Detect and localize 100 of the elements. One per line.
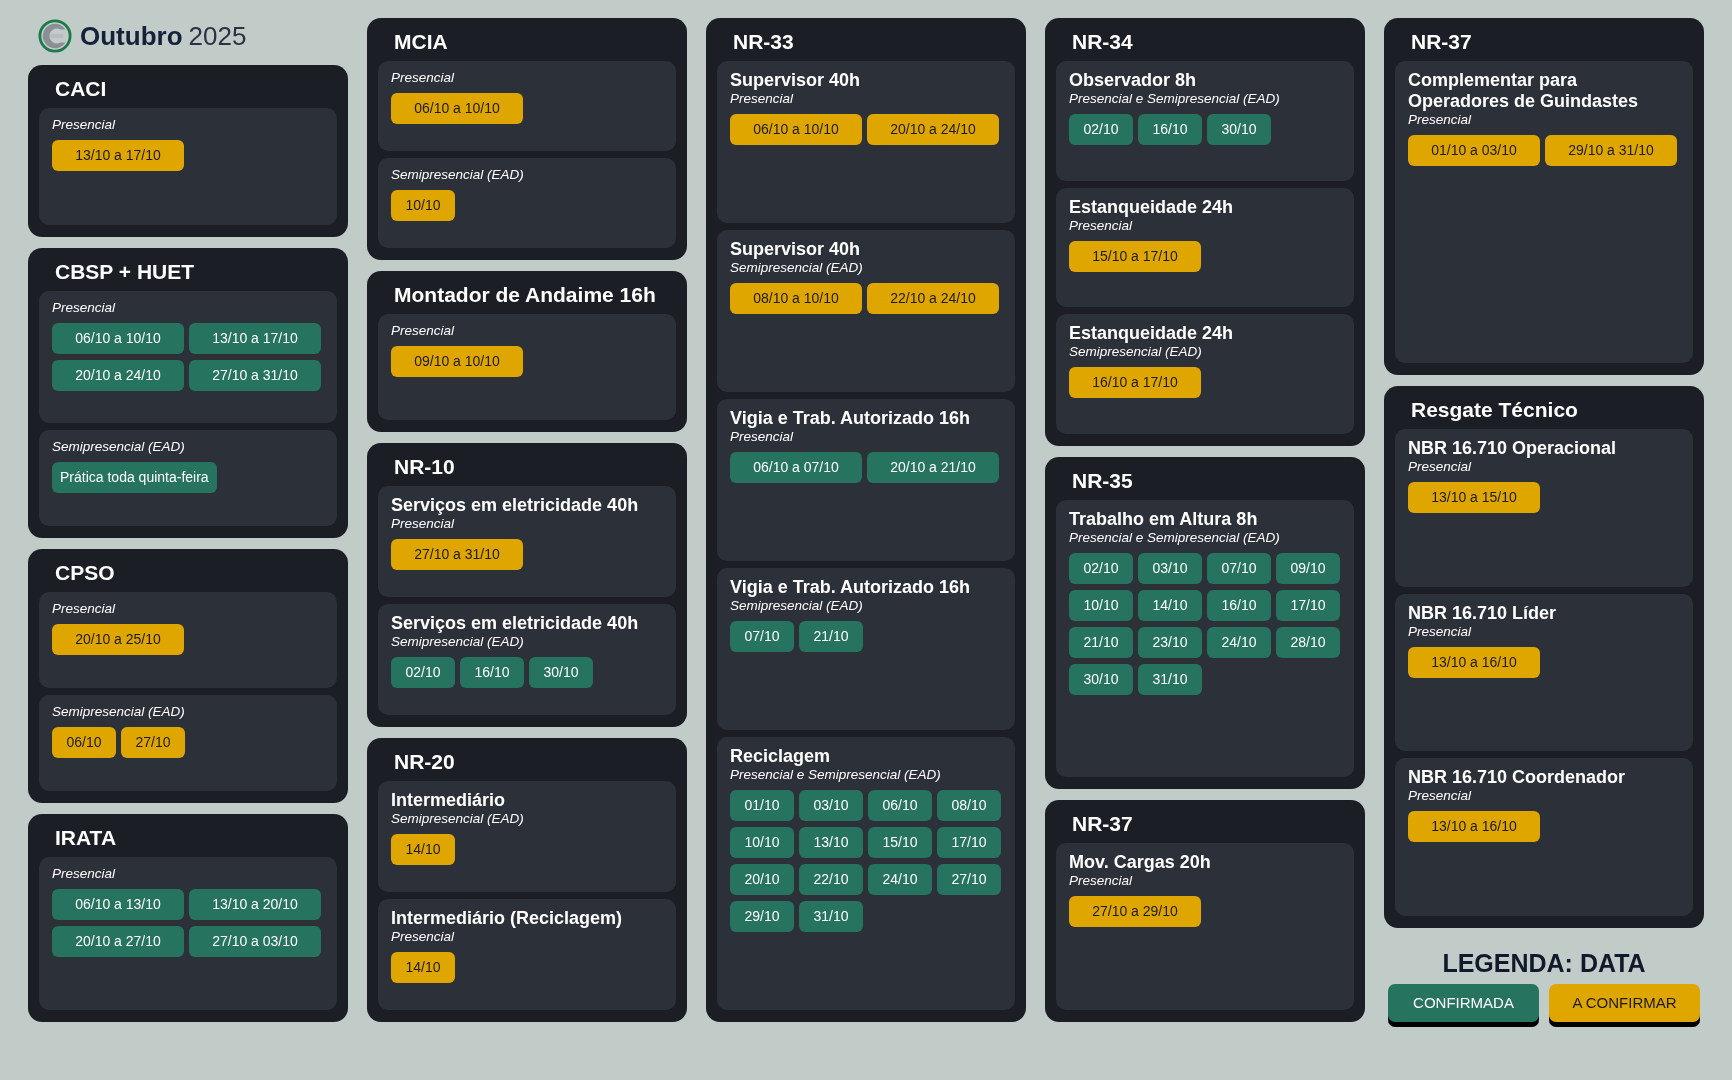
date-chip: 27/10 a 31/10 <box>391 538 523 570</box>
card-title: NR-34 <box>1071 29 1134 54</box>
date-chip: 27/10 a 31/10 <box>189 359 321 391</box>
date-chip: 22/10 a 24/10 <box>867 283 999 314</box>
modality-label: Presencial <box>52 299 117 315</box>
date-chip: 14/10 <box>1138 589 1202 621</box>
date-chip: 02/10 <box>1069 552 1133 584</box>
date-chip: 23/10 <box>1138 626 1202 658</box>
modality-label: Presencial e Semipresencial (EAD) <box>1069 529 1281 545</box>
course-name: Trabalho em Altura 8h <box>1069 508 1259 530</box>
modality-label: Presencial e Semipresencial (EAD) <box>1069 91 1281 106</box>
card-title: NR-10 <box>393 453 456 479</box>
course-name: Supervisor 40h <box>730 70 862 91</box>
date-chip: 29/10 a 31/10 <box>1545 135 1677 166</box>
date-chip: 31/10 <box>1138 663 1202 695</box>
date-chip: 14/10 <box>391 951 455 983</box>
modality-label: Semipresencial (EAD) <box>391 810 525 826</box>
modality-label: Presencial <box>52 865 117 881</box>
modality-label: Presencial e Semipresencial (EAD) <box>730 767 942 782</box>
modality-label: Presencial <box>1408 459 1473 474</box>
date-chip: 17/10 <box>937 827 1001 858</box>
card-title: NR-35 <box>1071 467 1134 493</box>
card-title: NR-37 <box>1410 29 1473 54</box>
month-title: Outubro <box>80 20 183 52</box>
course-name: NBR 16.710 Líder <box>1408 602 1558 624</box>
course-name: Observador 8h <box>1069 70 1198 91</box>
modality-label: Semipresencial (EAD) <box>52 703 186 719</box>
course-name: Serviços em eletricidade 40h <box>391 494 640 516</box>
date-chip: 27/10 <box>121 726 185 758</box>
date-chip: 06/10 a 10/10 <box>52 322 184 354</box>
course-name: Intermediário <box>391 789 507 811</box>
card-title: NR-33 <box>732 29 795 54</box>
legend-title: LEGENDA: DATA <box>1442 949 1646 978</box>
card-title: CBSP + HUET <box>54 258 196 284</box>
course-name: Intermediário (Reciclagem) <box>391 907 624 929</box>
date-chip: 03/10 <box>799 790 863 821</box>
date-chip: 30/10 <box>1207 114 1271 145</box>
date-chip: 02/10 <box>391 656 455 688</box>
date-chip: 06/10 <box>868 790 932 821</box>
date-chip: 06/10 a 13/10 <box>52 888 184 920</box>
date-chip: 27/10 a 29/10 <box>1069 896 1201 928</box>
course-name: Vigia e Trab. Autorizado 16h <box>730 577 972 598</box>
modality-label: Semipresencial (EAD) <box>730 260 864 275</box>
date-chip: 14/10 <box>391 833 455 865</box>
course-name: Estanqueidade 24h <box>1069 196 1235 218</box>
card-title: NR-20 <box>393 748 456 774</box>
date-chip: 16/10 <box>1138 114 1202 145</box>
date-chip: 08/10 a 10/10 <box>730 283 862 314</box>
modality-label: Semipresencial (EAD) <box>52 439 186 455</box>
card-title: CPSO <box>54 560 116 585</box>
modality-label: Presencial <box>1408 623 1473 639</box>
date-chip: 02/10 <box>1069 114 1133 145</box>
date-chip: 13/10 a 15/10 <box>1408 482 1540 513</box>
date-chip: 22/10 <box>799 864 863 895</box>
date-chip: 28/10 <box>1276 626 1340 658</box>
course-name: Complementar para Operadores de Guindastes <box>1408 70 1640 112</box>
date-chip: 15/10 <box>868 827 932 858</box>
date-chip: 03/10 <box>1138 552 1202 584</box>
date-chip: 08/10 <box>937 790 1001 821</box>
card-title: MCIA <box>393 29 449 54</box>
date-chip: 07/10 <box>730 621 794 652</box>
date-chip: 29/10 <box>730 901 794 932</box>
date-chip: 16/10 <box>1207 589 1271 621</box>
date-chip: 20/10 a 24/10 <box>52 359 184 391</box>
course-name: Mov. Cargas 20h <box>1069 852 1212 874</box>
date-chip: 15/10 a 17/10 <box>1069 240 1201 272</box>
date-chip: 06/10 a 07/10 <box>730 452 862 483</box>
modality-label: Semipresencial (EAD) <box>1069 344 1203 360</box>
date-chip: 24/10 <box>868 864 932 895</box>
date-chip: 13/10 a 20/10 <box>189 888 321 920</box>
course-name: Reciclagem <box>730 746 832 767</box>
date-chip: 24/10 <box>1207 626 1271 658</box>
date-chip: 10/10 <box>730 827 794 858</box>
date-chip: 16/10 <box>460 656 524 688</box>
card-title: IRATA <box>54 824 118 850</box>
course-name: NBR 16.710 Operacional <box>1408 438 1618 459</box>
date-chip: 06/10 <box>52 726 116 758</box>
modality-label: Presencial <box>391 323 456 339</box>
date-chip: 21/10 <box>799 621 863 652</box>
modality-label: Presencial <box>1069 217 1134 233</box>
modality-label: Presencial <box>730 429 795 444</box>
date-chip: 27/10 <box>937 864 1001 895</box>
date-chip: 20/10 a 27/10 <box>52 925 184 957</box>
modality-label: Presencial <box>1408 788 1473 804</box>
date-chip: 10/10 <box>391 190 455 222</box>
date-chip: 01/10 a 03/10 <box>1408 135 1540 166</box>
date-chip: 20/10 a 24/10 <box>867 114 999 145</box>
date-chip: 13/10 <box>799 827 863 858</box>
date-chip: 21/10 <box>1069 626 1133 658</box>
date-chip: 20/10 <box>730 864 794 895</box>
date-chip: 06/10 a 10/10 <box>391 93 523 124</box>
date-chip: 06/10 a 10/10 <box>730 114 862 145</box>
date-chip: 20/10 a 25/10 <box>52 624 184 655</box>
card-title: Montador de Andaime 16h <box>393 282 657 308</box>
date-chip: 07/10 <box>1207 552 1271 584</box>
date-chip: 13/10 a 17/10 <box>52 140 184 171</box>
date-chip: 27/10 a 03/10 <box>189 925 321 957</box>
date-chip: 20/10 a 21/10 <box>867 452 999 483</box>
date-chip: 17/10 <box>1276 589 1340 621</box>
modality-label: Presencial <box>1069 873 1134 889</box>
